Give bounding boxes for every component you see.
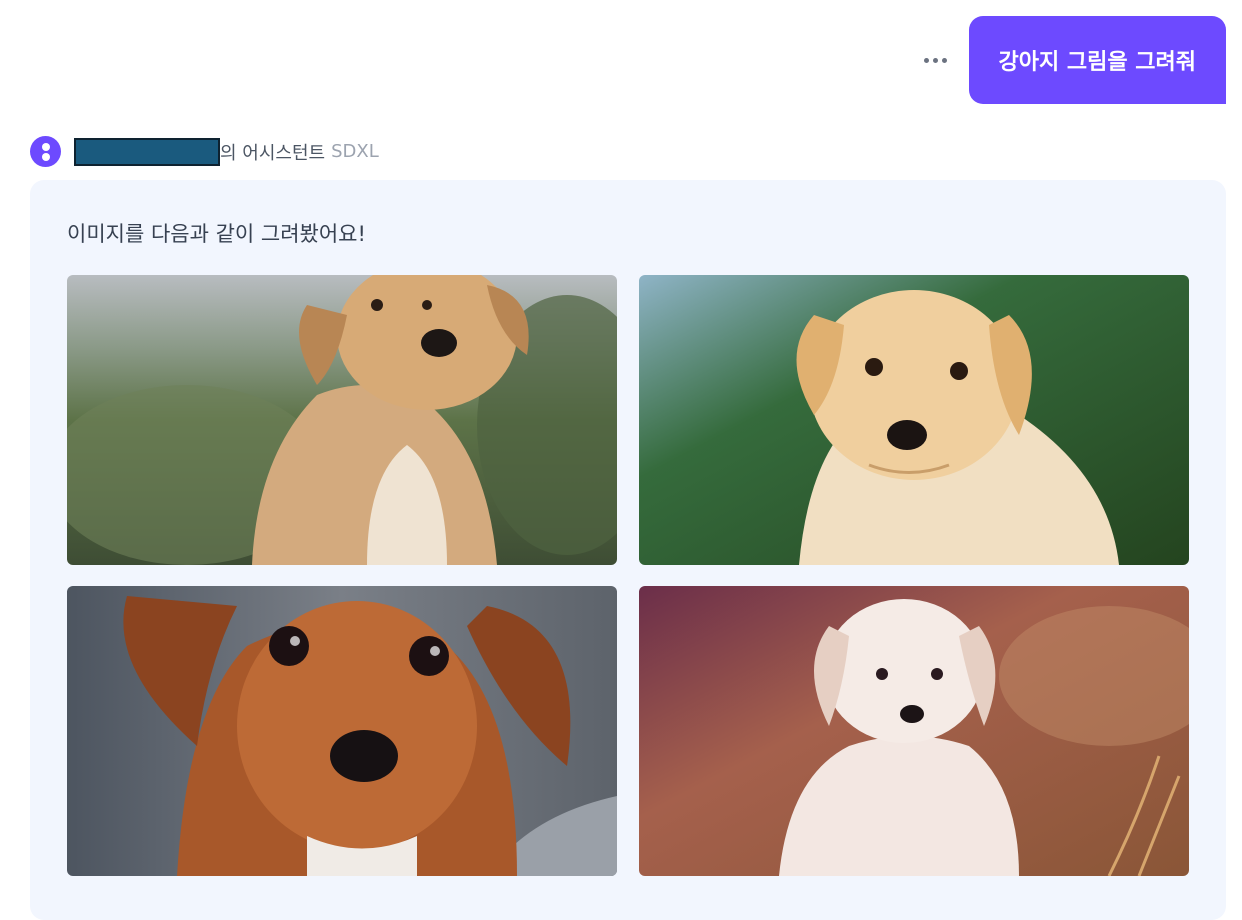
more-options-button[interactable] — [919, 43, 953, 77]
generated-image-1[interactable] — [67, 275, 617, 565]
generated-image-4[interactable] — [639, 586, 1189, 876]
user-message-bubble: 강아지 그림을 그려줘 — [968, 16, 1226, 104]
more-dot — [933, 57, 939, 63]
user-message-text: 강아지 그림을 그려줘 — [998, 50, 1196, 75]
generated-image-3[interactable] — [67, 586, 617, 876]
assistant-header: 의 어시스턴트 SDXL — [30, 136, 379, 167]
assistant-name: 의 어시스턴트 — [220, 142, 326, 164]
assistant-reply-text: 이미지를 다음과 같이 그려봤어요! — [67, 222, 366, 246]
model-name: SDXL — [331, 141, 379, 162]
generated-image-2[interactable] — [639, 275, 1189, 565]
assistant-avatar-icon — [30, 136, 61, 167]
more-dot — [942, 57, 948, 63]
assistant-response-panel: 이미지를 다음과 같이 그려봤어요! — [30, 180, 1226, 920]
more-dot — [924, 57, 930, 63]
redacted-username — [74, 137, 220, 166]
user-message-row: 강아지 그림을 그려줘 — [919, 16, 1226, 104]
